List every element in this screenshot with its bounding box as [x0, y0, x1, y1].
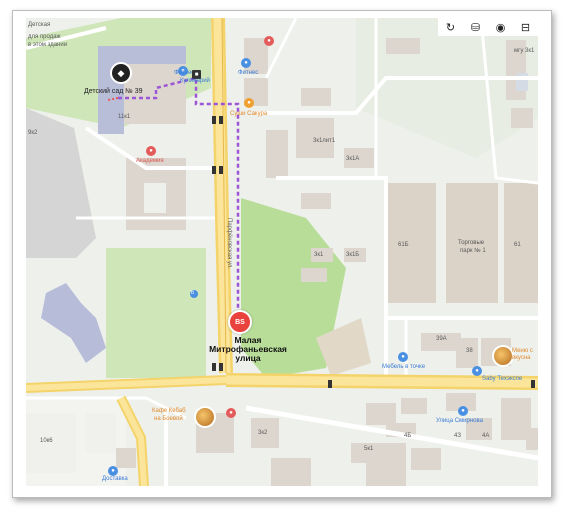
camera-icon[interactable]: ◉ [493, 20, 509, 34]
top-right-label: мгу 3к1 [514, 48, 535, 54]
kafe-label[interactable]: Кафе Кебаб [152, 408, 186, 414]
bldg-3k1a: 3к1А [346, 156, 360, 162]
trade-label-2: парк № 1 [460, 248, 486, 254]
bldg-10k6: 10к6 [40, 438, 53, 444]
building [504, 183, 538, 303]
start-marker-icon[interactable]: ◆ [110, 62, 132, 84]
bldg-9k2: 9к2 [28, 130, 38, 136]
sushi-label[interactable]: Суши Сакура [230, 111, 267, 117]
park-area [106, 248, 206, 378]
label-top-left: Детская [28, 22, 51, 28]
smirnova-label[interactable]: Улица Смирнова [436, 418, 483, 424]
map-canvas[interactable]: Детская для продаж в этом здании ◆ Детск… [26, 18, 538, 486]
akademi-label[interactable]: Академия [136, 158, 164, 164]
saby-label[interactable]: Saby Техэкспе [482, 376, 522, 382]
bldg-3k1b: 3к1Б [346, 252, 360, 258]
food-icon[interactable] [492, 345, 514, 367]
bldg-38: 38 [466, 348, 473, 354]
rotate-icon[interactable]: ↻ [443, 20, 459, 34]
bus-icon[interactable]: ⊟ [518, 20, 534, 34]
dost-pin-icon[interactable]: ● [108, 466, 118, 476]
mebel-pin-icon[interactable]: ● [398, 352, 408, 362]
kulinary-label[interactable]: Кулинарий [180, 78, 210, 84]
bus-badge: Б [191, 290, 195, 296]
bus-stop-label[interactable]: Малая Митрофаньевская улица [202, 336, 294, 363]
bldg-61: 61 [514, 242, 521, 248]
kafe-label-2[interactable]: на Боевой [154, 416, 183, 422]
bldg-3k1: 3к1лит1 [313, 138, 336, 144]
bldg-3k2: 3к2 [258, 430, 268, 436]
kafe-food-icon[interactable] [194, 406, 216, 428]
map-toolbar: ↻ ⛁ ◉ ⊟ [438, 18, 538, 36]
label-top-left-3: в этом здании [28, 42, 68, 48]
bldg-3k1-b: 3к1 [314, 252, 324, 258]
poi-red-pin-icon-2[interactable]: ● [226, 408, 236, 418]
bldg-61b: 61Б [398, 242, 409, 248]
dost-label[interactable]: Доставка [102, 476, 128, 482]
smirnova-pin-icon[interactable]: ● [458, 406, 468, 416]
menu-label[interactable]: Меню с [512, 348, 533, 354]
saby-pin-icon[interactable]: ● [472, 366, 482, 376]
bldg-4a: 4А [482, 433, 490, 439]
sushi-pin-icon[interactable]: ● [244, 98, 254, 108]
trade-label: Торговые [458, 240, 485, 246]
building [386, 183, 436, 303]
bldg-5k1: 5к1 [364, 446, 374, 452]
street-label: Парфёновская ул. [226, 218, 232, 270]
layers-icon[interactable]: ⛁ [468, 20, 484, 34]
menu-label-2[interactable]: вкусна [512, 355, 530, 361]
fitness2-pin-icon[interactable]: ● [241, 58, 251, 68]
poi-red-pin-icon[interactable]: ● [264, 36, 274, 46]
kindergarten-label[interactable]: Детский сад № 39 [84, 88, 143, 95]
bldg-39a: 39А [436, 336, 447, 342]
mebel-label[interactable]: Мебель в точке [382, 364, 425, 370]
fitness2-label[interactable]: Фитнес [238, 70, 258, 76]
bldg-4z: 4З [454, 433, 461, 439]
bldg-4b: 4Б [404, 433, 412, 439]
bus-stop-pin-icon[interactable]: ВS [228, 310, 252, 334]
label-top-left-2: для продаж [28, 34, 61, 40]
akademi-pin-icon[interactable]: ● [146, 146, 156, 156]
building-number: 11к1 [118, 114, 131, 120]
